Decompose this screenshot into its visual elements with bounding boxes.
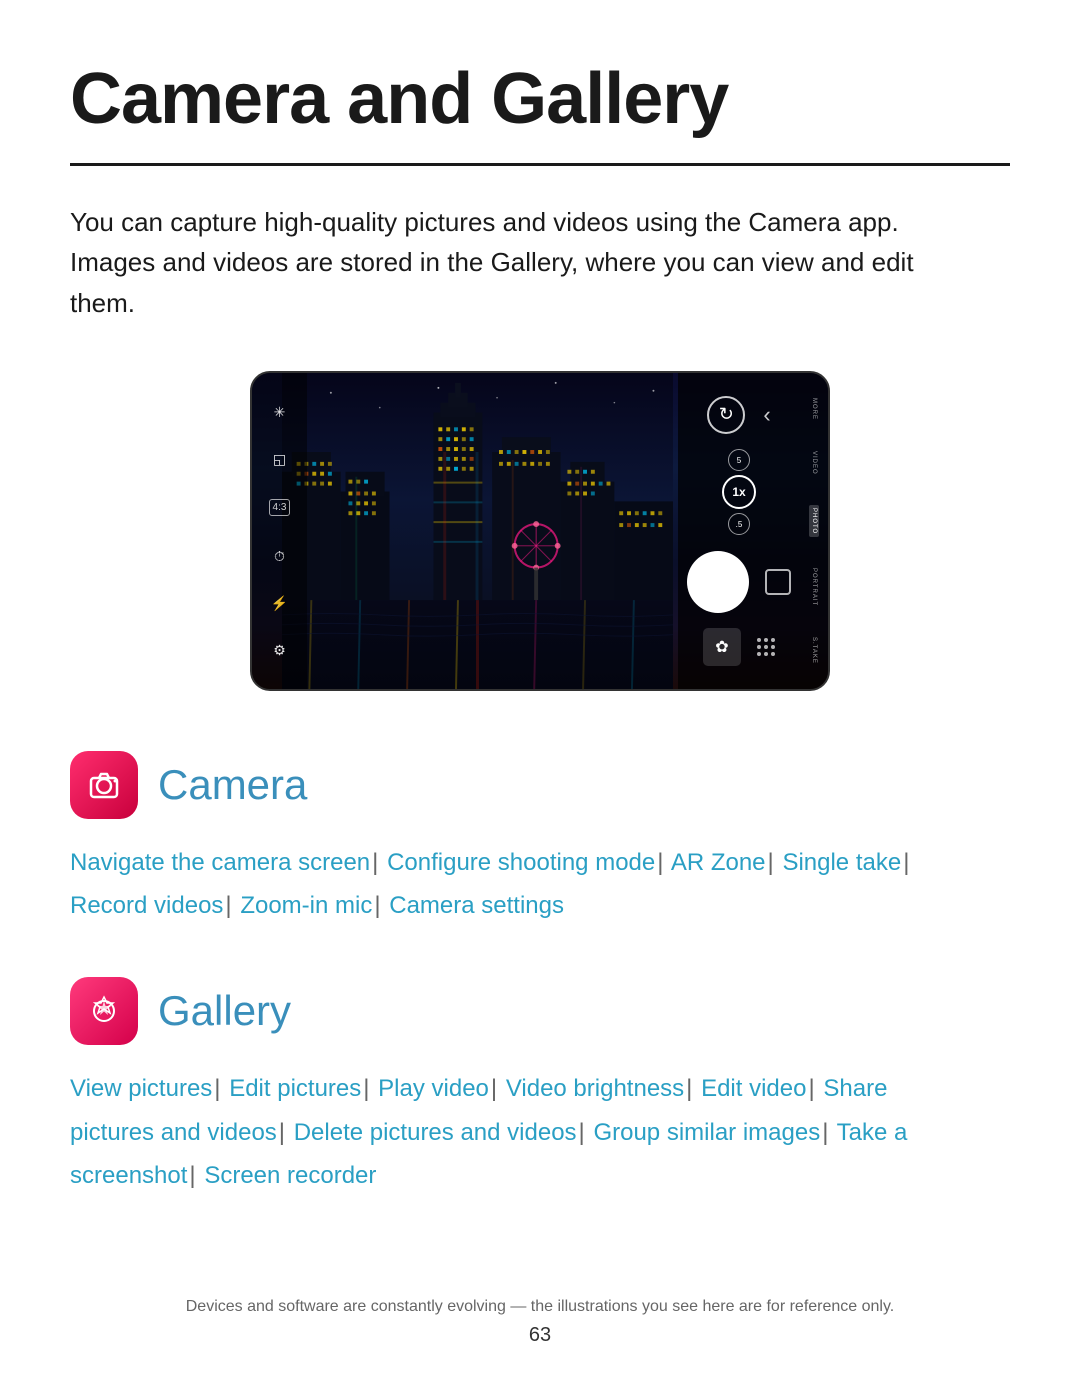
ratio-icon[interactable]: 4:3 [269, 499, 291, 516]
zoom-controls: 5 1x .5 [722, 449, 756, 535]
flash-icon[interactable]: ⚡ [271, 596, 288, 610]
link-record-videos[interactable]: Record videos [70, 892, 223, 919]
camera-app-name: Camera [158, 761, 307, 809]
link-ar-zone[interactable]: AR Zone [671, 849, 766, 876]
intro-text: You can capture high-quality pictures an… [70, 202, 970, 323]
title-divider [70, 163, 1010, 166]
hdr-icon[interactable]: ✳ [274, 405, 286, 419]
gallery-icon-svg [85, 992, 123, 1030]
zoom-5-btn[interactable]: 5 [728, 449, 750, 471]
gallery-app-header: Gallery [70, 977, 1010, 1045]
camera-icon-svg [85, 766, 123, 804]
camera-app-icon [70, 751, 138, 819]
camera-screen: ✳ ◱ 4:3 ⏱ ⚡ ⚙ MORE VIDEO PHOTO PORTRAIT … [252, 373, 828, 689]
bottom-controls: ✿ [703, 628, 775, 666]
city-skyline-svg [282, 373, 673, 689]
flower-icon: ✿ [715, 637, 728, 657]
footer: Devices and software are constantly evol… [0, 1298, 1080, 1347]
page-title: Camera and Gallery [70, 60, 1010, 139]
mode-single-take[interactable]: S.TAKE [811, 637, 817, 664]
mode-portrait[interactable]: PORTRAIT [811, 568, 817, 606]
settings-icon[interactable]: ⚙ [273, 643, 286, 657]
link-single-take[interactable]: Single take [782, 849, 901, 876]
timer-icon[interactable]: ◱ [273, 452, 286, 466]
phone-container: ✳ ◱ 4:3 ⏱ ⚡ ⚙ MORE VIDEO PHOTO PORTRAIT … [70, 371, 1010, 691]
mode-labels: MORE VIDEO PHOTO PORTRAIT S.TAKE [800, 373, 828, 689]
page-number: 63 [0, 1324, 1080, 1347]
link-delete-pictures[interactable]: Delete pictures and videos [294, 1119, 577, 1146]
right-panel: MORE VIDEO PHOTO PORTRAIT S.TAKE ↻ ‹ 5 [678, 373, 828, 689]
zoom-point5-btn[interactable]: .5 [728, 513, 750, 535]
camera-controls-main: ↻ ‹ 5 1x .5 [678, 373, 800, 689]
link-edit-pictures[interactable]: Edit pictures [229, 1075, 361, 1102]
link-edit-video[interactable]: Edit video [701, 1075, 806, 1102]
gallery-links: View pictures| Edit pictures| Play video… [70, 1067, 1010, 1197]
link-camera-settings[interactable]: Camera settings [389, 892, 564, 919]
gallery-section: Gallery View pictures| Edit pictures| Pl… [70, 977, 1010, 1197]
camera-app-header: Camera [70, 751, 1010, 819]
link-configure-shooting[interactable]: Configure shooting mode [387, 849, 655, 876]
mode-video[interactable]: VIDEO [811, 451, 817, 475]
shutter-button[interactable] [687, 551, 749, 613]
camera-links: Navigate the camera screen| Configure sh… [70, 841, 1010, 927]
back-chevron[interactable]: ‹ [763, 402, 770, 428]
link-zoom-mic[interactable]: Zoom-in mic [240, 892, 372, 919]
gallery-app-icon [70, 977, 138, 1045]
aspect-ratio-btn[interactable] [765, 569, 791, 595]
more-options-icon[interactable] [757, 638, 775, 656]
gallery-thumbnail[interactable]: ✿ [703, 628, 741, 666]
shutter-row [687, 551, 791, 613]
phone-mockup: ✳ ◱ 4:3 ⏱ ⚡ ⚙ MORE VIDEO PHOTO PORTRAIT … [250, 371, 830, 691]
link-share-pictures[interactable]: Share [823, 1075, 887, 1102]
link-navigate-camera[interactable]: Navigate the camera screen [70, 849, 370, 876]
link-take-screenshot[interactable]: Take a [837, 1119, 908, 1146]
link-share-pictures-2[interactable]: pictures and videos [70, 1119, 277, 1146]
link-play-video[interactable]: Play video [378, 1075, 489, 1102]
link-screen-recorder[interactable]: Screen recorder [204, 1162, 376, 1189]
link-video-brightness[interactable]: Video brightness [506, 1075, 684, 1102]
link-take-screenshot-2[interactable]: screenshot [70, 1162, 187, 1189]
left-controls: ✳ ◱ 4:3 ⏱ ⚡ ⚙ [252, 373, 307, 689]
gallery-app-name: Gallery [158, 987, 291, 1035]
flip-camera-btn[interactable]: ↻ [707, 396, 745, 434]
link-view-pictures[interactable]: View pictures [70, 1075, 212, 1102]
footer-note: Devices and software are constantly evol… [0, 1298, 1080, 1316]
top-controls: ↻ ‹ [707, 396, 770, 434]
link-group-images[interactable]: Group similar images [593, 1119, 820, 1146]
motion-icon[interactable]: ⏱ [274, 549, 285, 563]
camera-section: Camera Navigate the camera screen| Confi… [70, 751, 1010, 927]
zoom-1x-btn[interactable]: 1x [722, 475, 756, 509]
mode-more[interactable]: MORE [811, 398, 817, 420]
mode-photo[interactable]: PHOTO [809, 505, 819, 537]
